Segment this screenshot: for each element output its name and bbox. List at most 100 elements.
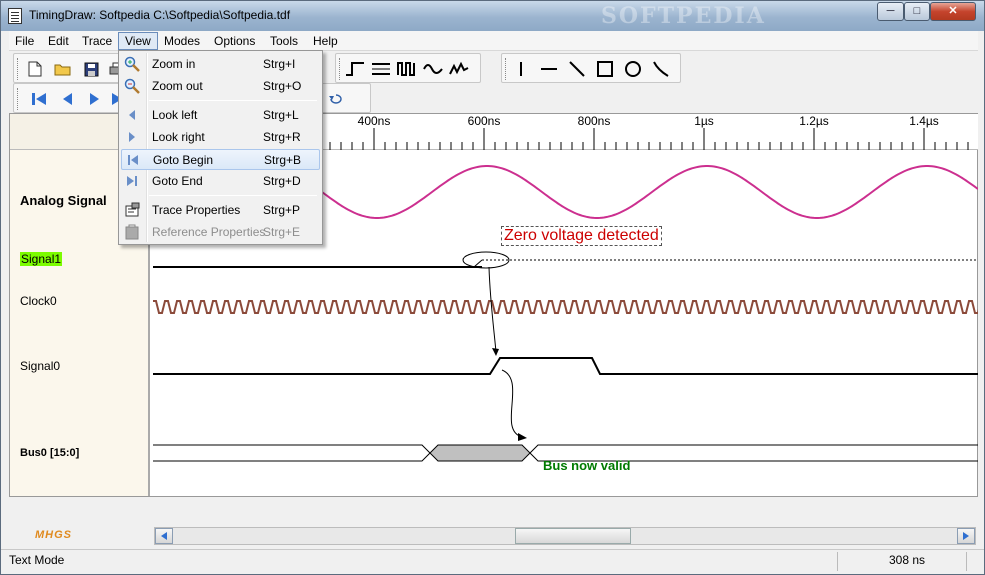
rectangle-icon[interactable] [594,58,616,80]
menu-item-look-right[interactable]: Look right Strg+R [121,127,320,148]
analog-wave-icon[interactable] [448,58,470,80]
menu-bar: File Edit Trace View Modes Options Tools… [9,31,978,50]
toolbar-grip[interactable] [339,58,342,80]
softpedia-watermark: SOFTPEDIA [601,3,766,29]
trace-label-signal0[interactable]: Signal0 [20,359,60,373]
menu-edit[interactable]: Edit [42,32,75,50]
horizontal-line-icon[interactable] [538,58,560,80]
menu-item-zoom-in[interactable]: Zoom in Strg+I [121,54,320,75]
trace-label-analog[interactable]: Analog Signal [20,193,107,208]
goto-end-icon [127,176,137,186]
zoom-out-icon [124,78,140,94]
status-mode: Text Mode [9,553,65,567]
bus-valid-annotation[interactable]: Bus now valid [543,458,630,473]
undo-icon[interactable] [324,88,346,110]
goto-begin-toolbar-icon[interactable] [28,88,50,110]
clock-wave-icon[interactable] [396,58,418,80]
menu-item-label: Trace Properties [152,203,241,217]
menu-item-label: Goto End [152,174,203,188]
title-bar[interactable]: TimingDraw: Softpedia C:\Softpedia\Softp… [1,1,984,31]
menu-item-shortcut: Strg+O [263,79,302,93]
zero-voltage-annotation[interactable]: Zero voltage detected [501,226,662,246]
sine-wave-icon[interactable] [422,58,444,80]
main-window: TimingDraw: Softpedia C:\Softpedia\Softp… [0,0,985,575]
save-file-icon[interactable] [80,58,102,80]
menu-item-label: Goto Begin [153,153,214,167]
close-button[interactable]: ✕ [930,2,976,21]
menu-item-shortcut: Strg+P [263,203,301,217]
toolbar-grip[interactable] [505,58,508,80]
look-left-toolbar-icon[interactable] [56,88,78,110]
trace-properties-icon [125,202,140,217]
zoom-in-icon [124,56,140,72]
view-menu-dropdown: Zoom in Strg+I Zoom out Strg+O Look left… [118,50,323,245]
look-right-toolbar-icon[interactable] [84,88,106,110]
arrow-right-icon [129,132,135,142]
menu-item-label: Zoom in [152,57,196,71]
drawing-toolbar [501,53,681,83]
menu-item-goto-begin[interactable]: Goto Begin Strg+B [121,149,320,170]
maximize-button[interactable]: □ [904,2,930,21]
menu-separator [149,195,317,196]
menu-trace[interactable]: Trace [76,32,118,50]
scroll-left-button[interactable] [155,528,173,544]
trace-label-bus0[interactable]: Bus0 [15:0] [20,447,79,459]
arrow-to-bus [501,369,523,438]
edge-wave-icon[interactable] [344,58,366,80]
bus-wave-icon[interactable] [370,58,392,80]
mhgs-logo: MHGS [35,529,72,541]
menu-file[interactable]: File [9,32,40,50]
diagonal-line-icon[interactable] [566,58,588,80]
menu-item-goto-end[interactable]: Goto End Strg+D [121,171,320,192]
menu-modes[interactable]: Modes [158,32,206,50]
status-time: 308 ns [889,553,926,567]
trace-label-clock0[interactable]: Clock0 [20,294,57,308]
menu-item-label: Look left [152,108,198,122]
arrow-left-icon [129,110,135,120]
waveform-toolbar [335,53,481,83]
menu-item-label: Reference Properties [152,225,266,239]
scroll-thumb[interactable] [515,528,631,544]
minimize-button[interactable]: ─ [877,2,904,21]
menu-item-shortcut: Strg+D [263,174,301,188]
status-divider [837,552,838,571]
trace-label-signal1[interactable]: Signal1 [20,252,63,266]
file-toolbar [13,53,125,83]
new-file-icon[interactable] [24,58,46,80]
bottom-panel: MHGS [9,497,978,549]
menu-item-trace-properties[interactable]: Trace Properties Strg+P [121,200,320,221]
vertical-line-icon[interactable] [510,58,532,80]
menu-item-reference-properties: Reference Properties Strg+E [121,222,320,243]
status-divider [966,552,967,571]
arrow-head [518,433,527,441]
menu-item-shortcut: Strg+L [263,108,299,122]
menu-item-shortcut: Strg+I [263,57,296,71]
ellipse-icon[interactable] [622,58,644,80]
menu-item-zoom-out[interactable]: Zoom out Strg+O [121,76,320,97]
signal0-wave [153,357,978,375]
arrow-head [492,348,499,356]
document-icon [8,8,22,24]
toolbar-grip[interactable] [17,58,20,80]
curve-line-icon[interactable] [650,58,672,80]
toolbar-grip[interactable] [17,88,20,110]
menu-separator [149,100,317,101]
menu-item-label: Look right [152,130,205,144]
reference-properties-icon [125,224,139,240]
window-title: TimingDraw: Softpedia C:\Softpedia\Softp… [29,8,291,22]
menu-tools[interactable]: Tools [264,32,304,50]
open-file-icon[interactable] [52,58,74,80]
menu-help[interactable]: Help [307,32,344,50]
signal1-rise [473,259,483,268]
bus0-upper [153,444,431,462]
bus0-invalid-segment [429,444,531,462]
menu-options[interactable]: Options [208,32,261,50]
goto-begin-icon [128,155,138,165]
menu-item-look-left[interactable]: Look left Strg+L [121,105,320,126]
menu-item-shortcut: Strg+R [263,130,301,144]
horizontal-scrollbar[interactable] [154,527,976,545]
menu-view[interactable]: View [118,32,158,50]
scroll-right-button[interactable] [957,528,975,544]
clock0-wave [153,300,978,314]
menu-item-label: Zoom out [152,79,203,93]
